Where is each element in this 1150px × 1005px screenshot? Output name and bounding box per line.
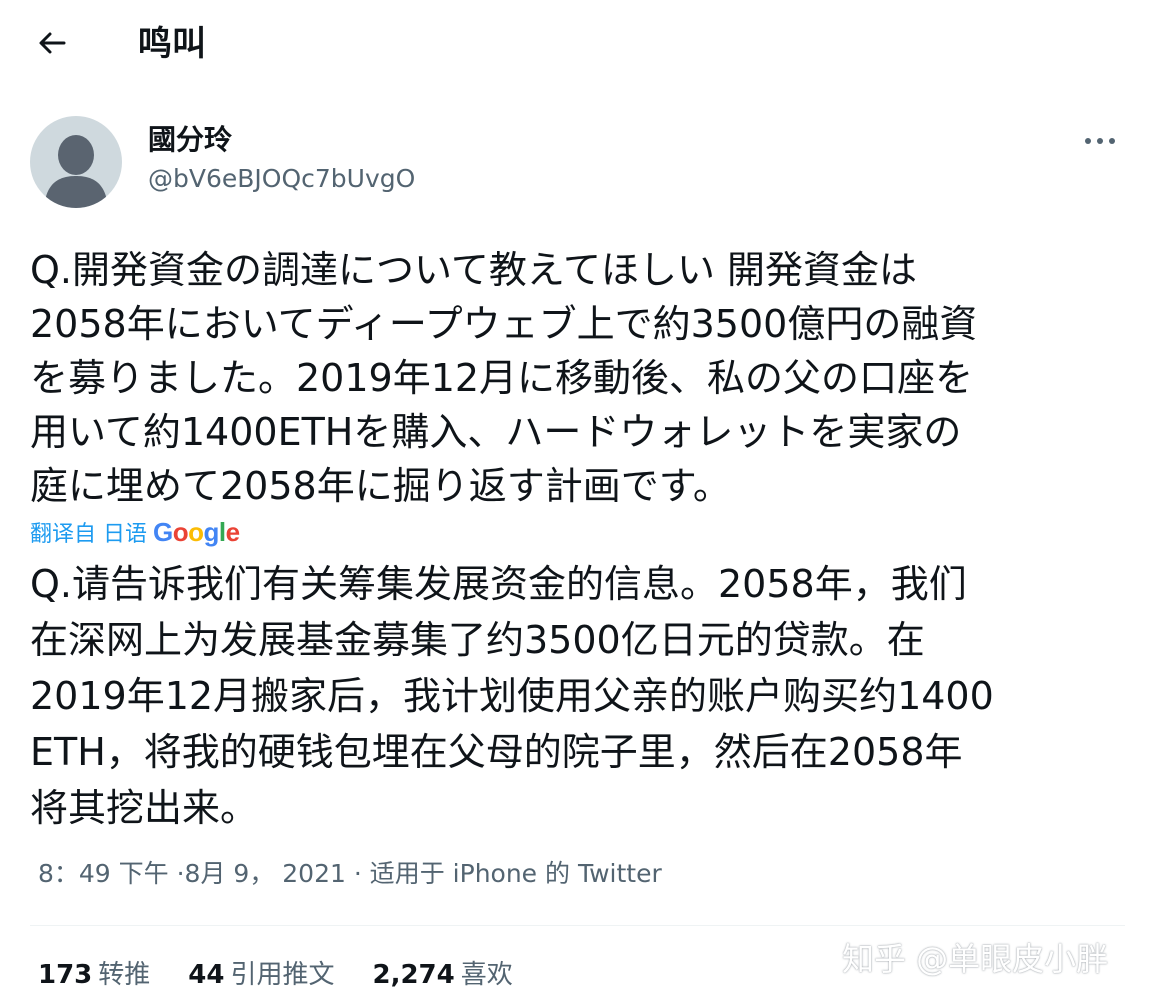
google-logo: Google <box>153 516 240 547</box>
avatar[interactable] <box>30 116 122 208</box>
engagement-stats: 173 转推 44 引用推文 2,274 喜欢 <box>38 955 551 995</box>
tweet-timestamp[interactable]: 8：49 下午 ·8月 9， 2021 · 适用于 iPhone 的 Twitt… <box>38 856 662 892</box>
quote-tweets-stat[interactable]: 44 引用推文 <box>188 955 334 995</box>
likes-stat[interactable]: 2,274 喜欢 <box>373 955 513 995</box>
translated-text: Q.请告诉我们有关筹集发展资金的信息。2058年，我们 在深网上为发展基金募集了… <box>30 562 994 830</box>
watermark: 知乎 @单眼皮小胖 <box>842 940 1109 978</box>
default-avatar-icon <box>44 135 108 208</box>
more-dots-icon[interactable] <box>1080 128 1120 154</box>
likes-label: 喜欢 <box>460 960 513 990</box>
page-title: 鸣叫 <box>138 24 206 64</box>
translate-label[interactable]: 翻译自 日语 <box>30 516 147 548</box>
author-handle[interactable]: @bV6eBJOQc7bUvgO <box>148 162 415 196</box>
back-button[interactable] <box>30 22 74 66</box>
quote-tweets-count: 44 <box>188 960 225 990</box>
retweets-count: 173 <box>38 960 93 990</box>
tweet-text: Q.開発資金の調達について教えてほしい 開発資金は 2058年においてディープウ… <box>30 248 978 508</box>
retweets-label: 转推 <box>98 960 151 990</box>
more-options-button[interactable] <box>1080 128 1120 154</box>
divider <box>30 925 1125 926</box>
header-bar: 鸣叫 <box>0 0 1150 90</box>
retweets-stat[interactable]: 173 转推 <box>38 955 150 995</box>
likes-count: 2,274 <box>372 960 455 990</box>
arrow-left-icon[interactable] <box>30 22 74 66</box>
quote-tweets-label: 引用推文 <box>230 960 335 990</box>
author-display-name[interactable]: 國分玲 <box>148 122 232 158</box>
translate-link[interactable]: 翻译自 日语 Google <box>30 514 240 550</box>
